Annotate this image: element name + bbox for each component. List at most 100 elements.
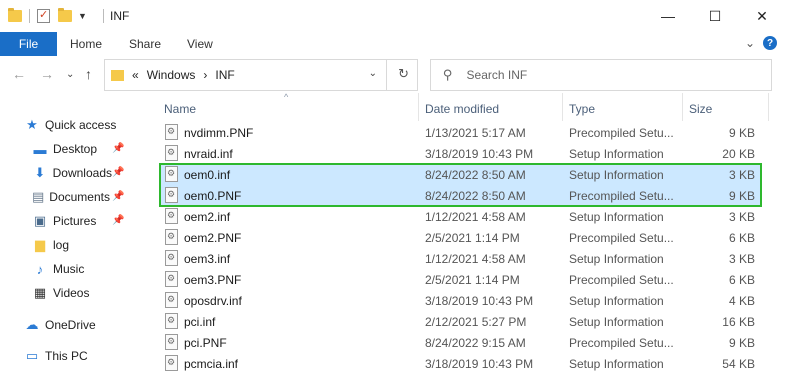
sidebar-item-label: This PC <box>45 349 88 363</box>
new-folder-icon[interactable] <box>58 8 72 22</box>
sidebar-item-downloads[interactable]: ⬇ Downloads <box>32 162 112 184</box>
breadcrumb-windows[interactable]: Windows <box>147 68 196 82</box>
address-bar[interactable]: « Windows › INF ⌄ ↻ <box>104 59 418 91</box>
file-size: 54 KB <box>722 357 755 371</box>
search-box[interactable]: ⚲ Search INF <box>430 59 772 91</box>
tab-file[interactable]: File <box>0 32 57 56</box>
video-icon: ▦ <box>33 285 47 300</box>
toolbar-divider <box>29 9 30 23</box>
folder-icon: ▆ <box>35 237 45 252</box>
music-icon: ♪ <box>36 261 44 277</box>
file-name: oposdrv.inf <box>184 294 242 308</box>
file-date: 3/18/2019 10:43 PM <box>425 357 534 371</box>
file-icon <box>165 355 178 371</box>
breadcrumb-inf[interactable]: INF <box>215 68 234 82</box>
breadcrumb-separator[interactable]: › <box>203 68 207 82</box>
sidebar-item-pictures[interactable]: ▣ Pictures <box>32 210 97 232</box>
customize-toolbar-icon[interactable]: ▼ <box>78 11 87 21</box>
breadcrumb-overflow[interactable]: « <box>132 68 139 82</box>
sidebar-item-quick-access[interactable]: ★ Quick access <box>24 114 116 136</box>
column-date-modified[interactable]: Date modified <box>425 102 499 116</box>
file-type: Precompiled Setu... <box>569 126 674 140</box>
file-date: 2/5/2021 1:14 PM <box>425 231 520 245</box>
table-row[interactable]: oposdrv.inf 3/18/2019 10:43 PM Setup Inf… <box>160 290 761 311</box>
file-type: Setup Information <box>569 294 664 308</box>
file-size: 6 KB <box>728 231 755 245</box>
file-icon <box>165 208 178 224</box>
table-row[interactable]: pci.PNF 8/24/2022 9:15 AM Precompiled Se… <box>160 332 761 353</box>
sidebar-item-documents[interactable]: ▤ Documents <box>32 186 110 208</box>
file-size: 4 KB <box>728 294 755 308</box>
file-date: 2/5/2021 1:14 PM <box>425 273 520 287</box>
sidebar-item-desktop[interactable]: ▬ Desktop <box>32 138 142 160</box>
file-date: 3/18/2019 10:43 PM <box>425 294 534 308</box>
pin-icon: 📌 <box>112 215 125 226</box>
folder-icon <box>111 69 124 81</box>
pin-icon: 📌 <box>112 143 125 154</box>
file-size: 9 KB <box>728 126 755 140</box>
recent-locations-button[interactable]: ⌄ <box>66 69 74 80</box>
file-name: pci.PNF <box>184 336 227 350</box>
column-type[interactable]: Type <box>569 102 595 116</box>
file-icon <box>165 271 178 287</box>
file-icon <box>165 124 178 140</box>
file-name: oem3.inf <box>184 252 231 266</box>
table-row[interactable]: pci.inf 2/12/2021 5:27 PM Setup Informat… <box>160 311 761 332</box>
table-row[interactable]: oem2.PNF 2/5/2021 1:14 PM Precompiled Se… <box>160 227 761 248</box>
cloud-icon: ☁ <box>25 317 39 332</box>
desktop-icon: ▬ <box>33 141 47 157</box>
column-size[interactable]: Size <box>689 102 712 116</box>
navigation-pane: ★ Quick access ▬ Desktop 📌 ⬇ Downloads 📌… <box>0 93 142 377</box>
table-row[interactable]: oem2.inf 1/12/2021 4:58 AM Setup Informa… <box>160 206 761 227</box>
up-button[interactable]: ↑ <box>85 66 92 82</box>
table-row[interactable]: oem3.inf 1/12/2021 4:58 AM Setup Informa… <box>160 248 761 269</box>
tab-share[interactable]: Share <box>129 37 161 51</box>
file-size: 3 KB <box>728 252 755 266</box>
file-name: nvdimm.PNF <box>184 126 254 140</box>
table-row[interactable]: oem3.PNF 2/5/2021 1:14 PM Precompiled Se… <box>160 269 761 290</box>
file-date: 3/18/2019 10:43 PM <box>425 147 534 161</box>
star-icon: ★ <box>26 117 38 132</box>
column-divider[interactable] <box>562 93 563 121</box>
forward-button[interactable]: → <box>40 66 54 82</box>
close-button[interactable]: ✕ <box>739 0 785 32</box>
help-icon[interactable]: ? <box>763 36 777 50</box>
search-input[interactable]: Search INF <box>467 68 528 82</box>
file-icon <box>165 145 178 161</box>
sidebar-item-label: Quick access <box>45 118 117 132</box>
sidebar-item-music[interactable]: ♪ Music <box>32 258 85 280</box>
file-type: Setup Information <box>569 210 664 224</box>
download-icon: ⬇ <box>34 165 46 180</box>
column-divider[interactable] <box>768 93 769 121</box>
file-type: Precompiled Setu... <box>569 231 674 245</box>
file-type: Setup Information <box>569 252 664 266</box>
tab-home[interactable]: Home <box>70 37 102 51</box>
file-icon <box>165 334 178 350</box>
maximize-button[interactable]: ☐ <box>692 0 738 32</box>
sidebar-item-this-pc[interactable]: ▭ This PC <box>24 345 88 367</box>
file-list: ^ Name Date modified Type Size nvdimm.PN… <box>144 92 785 377</box>
refresh-icon[interactable]: ↻ <box>398 66 409 82</box>
tab-view[interactable]: View <box>187 37 213 51</box>
pin-icon: 📌 <box>112 191 125 202</box>
file-name: pci.inf <box>184 315 216 329</box>
table-row[interactable]: nvraid.inf 3/18/2019 10:43 PM Setup Info… <box>160 143 761 164</box>
expand-ribbon-icon[interactable]: ⌄ <box>745 36 755 50</box>
column-name[interactable]: Name <box>164 102 196 116</box>
computer-icon: ▭ <box>25 348 39 363</box>
sidebar-item-label: OneDrive <box>45 318 96 332</box>
column-divider[interactable] <box>418 93 419 121</box>
column-divider[interactable] <box>682 93 683 121</box>
pin-icon: 📌 <box>112 167 125 178</box>
table-row[interactable]: nvdimm.PNF 1/13/2021 5:17 AM Precompiled… <box>160 122 761 143</box>
sidebar-item-log[interactable]: ▆ log <box>32 234 69 256</box>
sort-ascending-icon: ^ <box>284 92 289 102</box>
minimize-button[interactable]: — <box>645 0 691 32</box>
sidebar-item-videos[interactable]: ▦ Videos <box>32 282 90 304</box>
properties-icon[interactable] <box>37 8 50 23</box>
table-row[interactable]: pcmcia.inf 3/18/2019 10:43 PM Setup Info… <box>160 353 761 374</box>
file-name: nvraid.inf <box>184 147 233 161</box>
sidebar-item-onedrive[interactable]: ☁ OneDrive <box>24 314 96 336</box>
back-button[interactable]: ← <box>12 66 26 82</box>
address-history-icon[interactable]: ⌄ <box>369 68 377 79</box>
